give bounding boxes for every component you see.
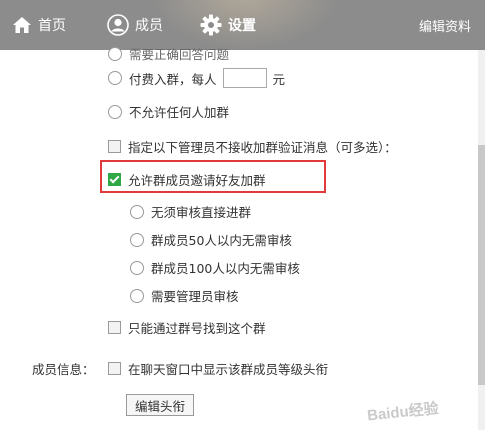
paid-join-label: 付费入群，每人: [129, 71, 217, 87]
nav-members[interactable]: 成员: [107, 0, 163, 50]
invite-option-label: 无须审核直接进群: [151, 205, 252, 220]
scrollbar-thumb[interactable]: [478, 145, 485, 385]
clipped-option-row: 需要正确回答问题: [108, 44, 229, 63]
nav-settings-label: 设置: [228, 18, 256, 34]
edit-profile-link[interactable]: 编辑资料: [419, 0, 471, 50]
edit-title-button[interactable]: 编辑头衔: [126, 394, 195, 416]
user-icon: [107, 14, 129, 36]
invite-option-radio[interactable]: [130, 232, 144, 247]
invite-option-radio[interactable]: [130, 288, 144, 303]
paid-join-radio[interactable]: [108, 71, 122, 85]
member-info-label: 成员信息：: [32, 362, 95, 377]
paid-unit-label: 元: [272, 71, 286, 87]
clipped-radio[interactable]: [108, 46, 122, 61]
clipped-option-label: 需要正确回答问题: [129, 47, 230, 62]
allow-invite-row: 允许群成员邀请好友加群: [108, 170, 266, 189]
invite-option-label: 需要管理员审核: [151, 289, 239, 304]
gear-icon: [200, 14, 222, 36]
admin-no-verify-label: 指定以下管理员不接收加群验证消息（可多选）：: [128, 140, 397, 155]
no-join-label: 不允许任何人加群: [129, 105, 230, 120]
admin-no-verify-row: 指定以下管理员不接收加群验证消息（可多选）：: [108, 137, 397, 156]
invite-option-radio[interactable]: [130, 204, 144, 219]
invite-option-row: 群成员100人以内无需审核: [130, 258, 300, 277]
svg-text:Baidu经验: Baidu经验: [366, 399, 440, 424]
invite-option-row: 无须审核直接进群: [130, 202, 251, 221]
paid-join-row: 付费入群，每人 元: [108, 68, 285, 88]
scrollbar[interactable]: [478, 50, 485, 430]
top-nav-bar: 首页 成员 设置 编辑资料: [0, 0, 485, 50]
settings-panel: 需要正确回答问题 付费入群，每人 元 不允许任何人加群 指定以下管理员不接收加群…: [0, 46, 485, 430]
invite-option-row: 群成员50人以内无需审核: [130, 230, 292, 249]
invite-option-label: 群成员100人以内无需审核: [151, 261, 300, 276]
nav-settings[interactable]: 设置: [200, 0, 256, 50]
nav-home-label: 首页: [38, 18, 66, 34]
invite-option-label: 群成员50人以内无需审核: [151, 233, 292, 248]
allow-invite-checkbox[interactable]: [108, 173, 121, 186]
fee-input[interactable]: [222, 68, 267, 88]
admin-no-verify-checkbox[interactable]: [108, 140, 121, 153]
find-by-number-label: 只能通过群号找到这个群: [128, 321, 266, 336]
home-icon: [12, 16, 32, 34]
find-by-number-checkbox[interactable]: [108, 321, 121, 334]
nav-home[interactable]: 首页: [12, 0, 66, 50]
show-level-label: 在聊天窗口中显示该群成员等级头衔: [128, 362, 329, 377]
find-by-number-row: 只能通过群号找到这个群: [108, 318, 266, 337]
invite-option-row: 需要管理员审核: [130, 286, 239, 305]
show-level-checkbox[interactable]: [108, 362, 121, 375]
invite-option-radio[interactable]: [130, 260, 144, 275]
no-join-radio[interactable]: [108, 104, 122, 119]
nav-members-label: 成员: [135, 18, 163, 34]
show-level-row: 在聊天窗口中显示该群成员等级头衔: [108, 359, 328, 378]
watermark-logo: Baidu经验: [364, 392, 476, 429]
no-join-row: 不允许任何人加群: [108, 102, 229, 121]
allow-invite-label: 允许群成员邀请好友加群: [128, 173, 266, 188]
